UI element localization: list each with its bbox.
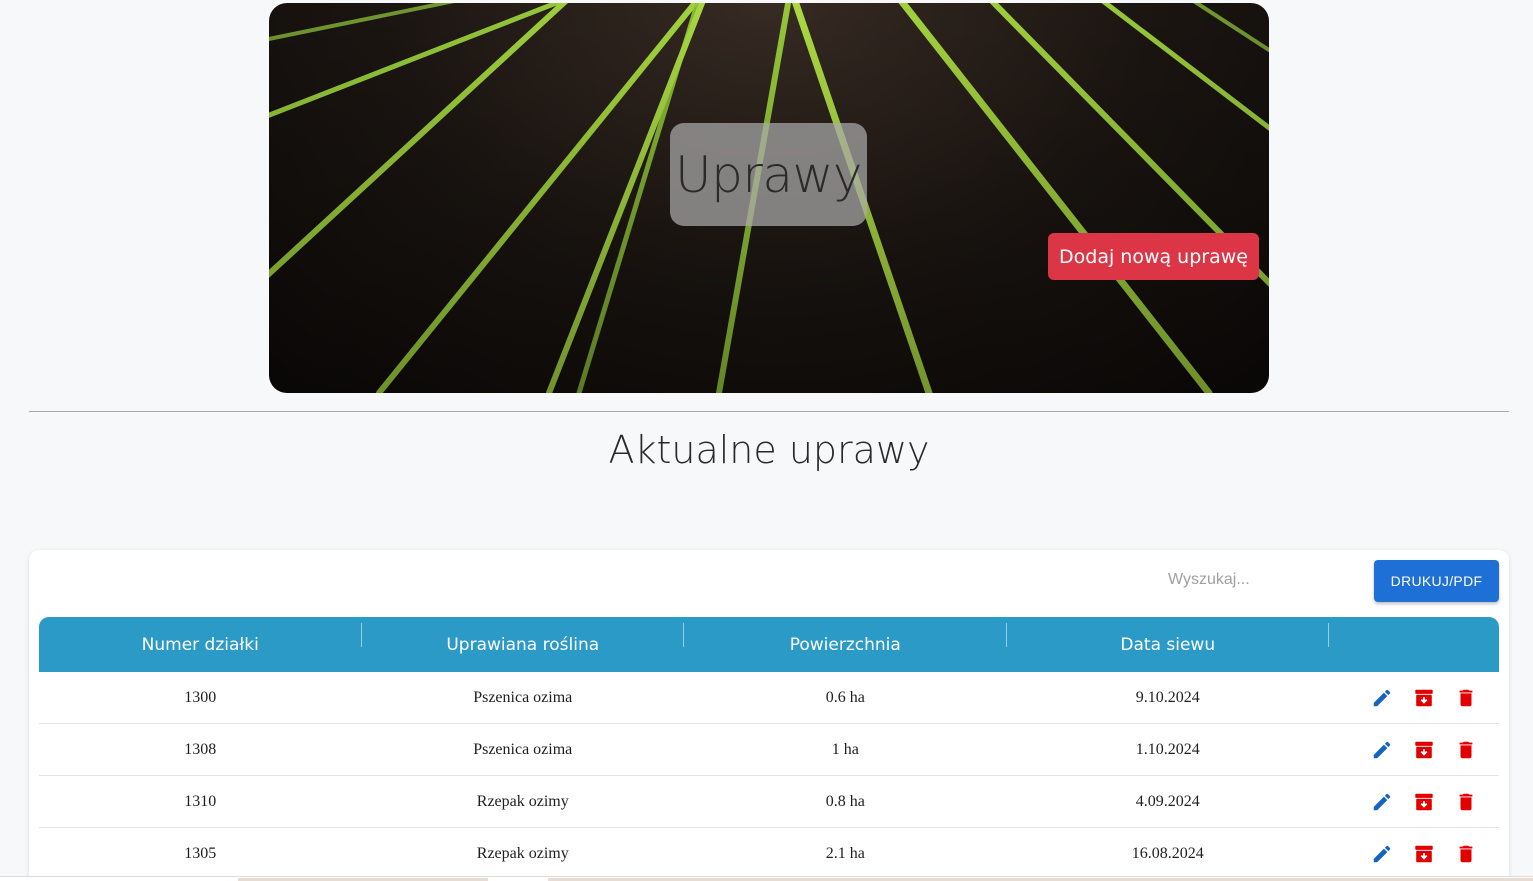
add-crop-button[interactable]: Dodaj nową uprawę xyxy=(1048,233,1259,280)
page-footer-edge xyxy=(0,876,1533,881)
row-actions xyxy=(1329,842,1499,866)
crop-area: 0.6 ha xyxy=(825,688,865,706)
pencil-icon[interactable] xyxy=(1370,842,1394,866)
crop-name: Pszenica ozima xyxy=(473,688,573,706)
column-header[interactable]: Numer działki xyxy=(39,622,362,655)
section-divider xyxy=(29,411,1509,412)
table-row: 1305 Rzepak ozimy 2.1 ha 16.08.2024 xyxy=(39,828,1499,880)
trash-icon[interactable] xyxy=(1454,842,1478,866)
crop-name: Pszenica ozima xyxy=(473,740,573,758)
plot-number: 1308 xyxy=(184,740,217,758)
column-header[interactable]: Powierzchnia xyxy=(684,622,1007,655)
hero-title: Uprawy xyxy=(670,123,867,226)
sowing-date: 1.10.2024 xyxy=(1135,740,1200,758)
crop-area: 0.8 ha xyxy=(825,792,865,810)
table-row: 1310 Rzepak ozimy 0.8 ha 4.09.2024 xyxy=(39,776,1499,828)
archive-icon[interactable] xyxy=(1412,842,1436,866)
pencil-icon[interactable] xyxy=(1370,790,1394,814)
search-input[interactable] xyxy=(1168,568,1358,592)
crop-area: 2.1 ha xyxy=(825,844,865,862)
table-row: 1300 Pszenica ozima 0.6 ha 9.10.2024 xyxy=(39,672,1499,724)
archive-icon[interactable] xyxy=(1412,790,1436,814)
sowing-date: 9.10.2024 xyxy=(1135,688,1200,706)
crops-table-card: DRUKUJ/PDF Numer działki Uprawiana rośli… xyxy=(29,550,1509,881)
archive-icon[interactable] xyxy=(1412,686,1436,710)
crop-name: Rzepak ozimy xyxy=(476,844,569,862)
table-row: 1308 Pszenica ozima 1 ha 1.10.2024 xyxy=(39,724,1499,776)
table-header: Numer działki Uprawiana roślina Powierzc… xyxy=(39,617,1499,672)
crop-area: 1 ha xyxy=(831,740,859,758)
plot-number: 1310 xyxy=(184,792,217,810)
pencil-icon[interactable] xyxy=(1370,686,1394,710)
sowing-date: 16.08.2024 xyxy=(1131,844,1204,862)
sowing-date: 4.09.2024 xyxy=(1135,792,1200,810)
row-actions xyxy=(1329,738,1499,762)
trash-icon[interactable] xyxy=(1454,790,1478,814)
hero-banner: Uprawy Dodaj nową uprawę xyxy=(269,3,1269,393)
plot-number: 1300 xyxy=(184,688,217,706)
trash-icon[interactable] xyxy=(1454,686,1478,710)
row-actions xyxy=(1329,790,1499,814)
pencil-icon[interactable] xyxy=(1370,738,1394,762)
crop-name: Rzepak ozimy xyxy=(476,792,569,810)
column-header[interactable]: Data siewu xyxy=(1007,622,1330,655)
trash-icon[interactable] xyxy=(1454,738,1478,762)
column-header[interactable]: Uprawiana roślina xyxy=(362,622,685,655)
row-actions xyxy=(1329,686,1499,710)
section-title: Aktualne uprawy xyxy=(608,428,930,472)
print-pdf-button[interactable]: DRUKUJ/PDF xyxy=(1374,560,1499,602)
archive-icon[interactable] xyxy=(1412,738,1436,762)
plot-number: 1305 xyxy=(184,844,217,862)
